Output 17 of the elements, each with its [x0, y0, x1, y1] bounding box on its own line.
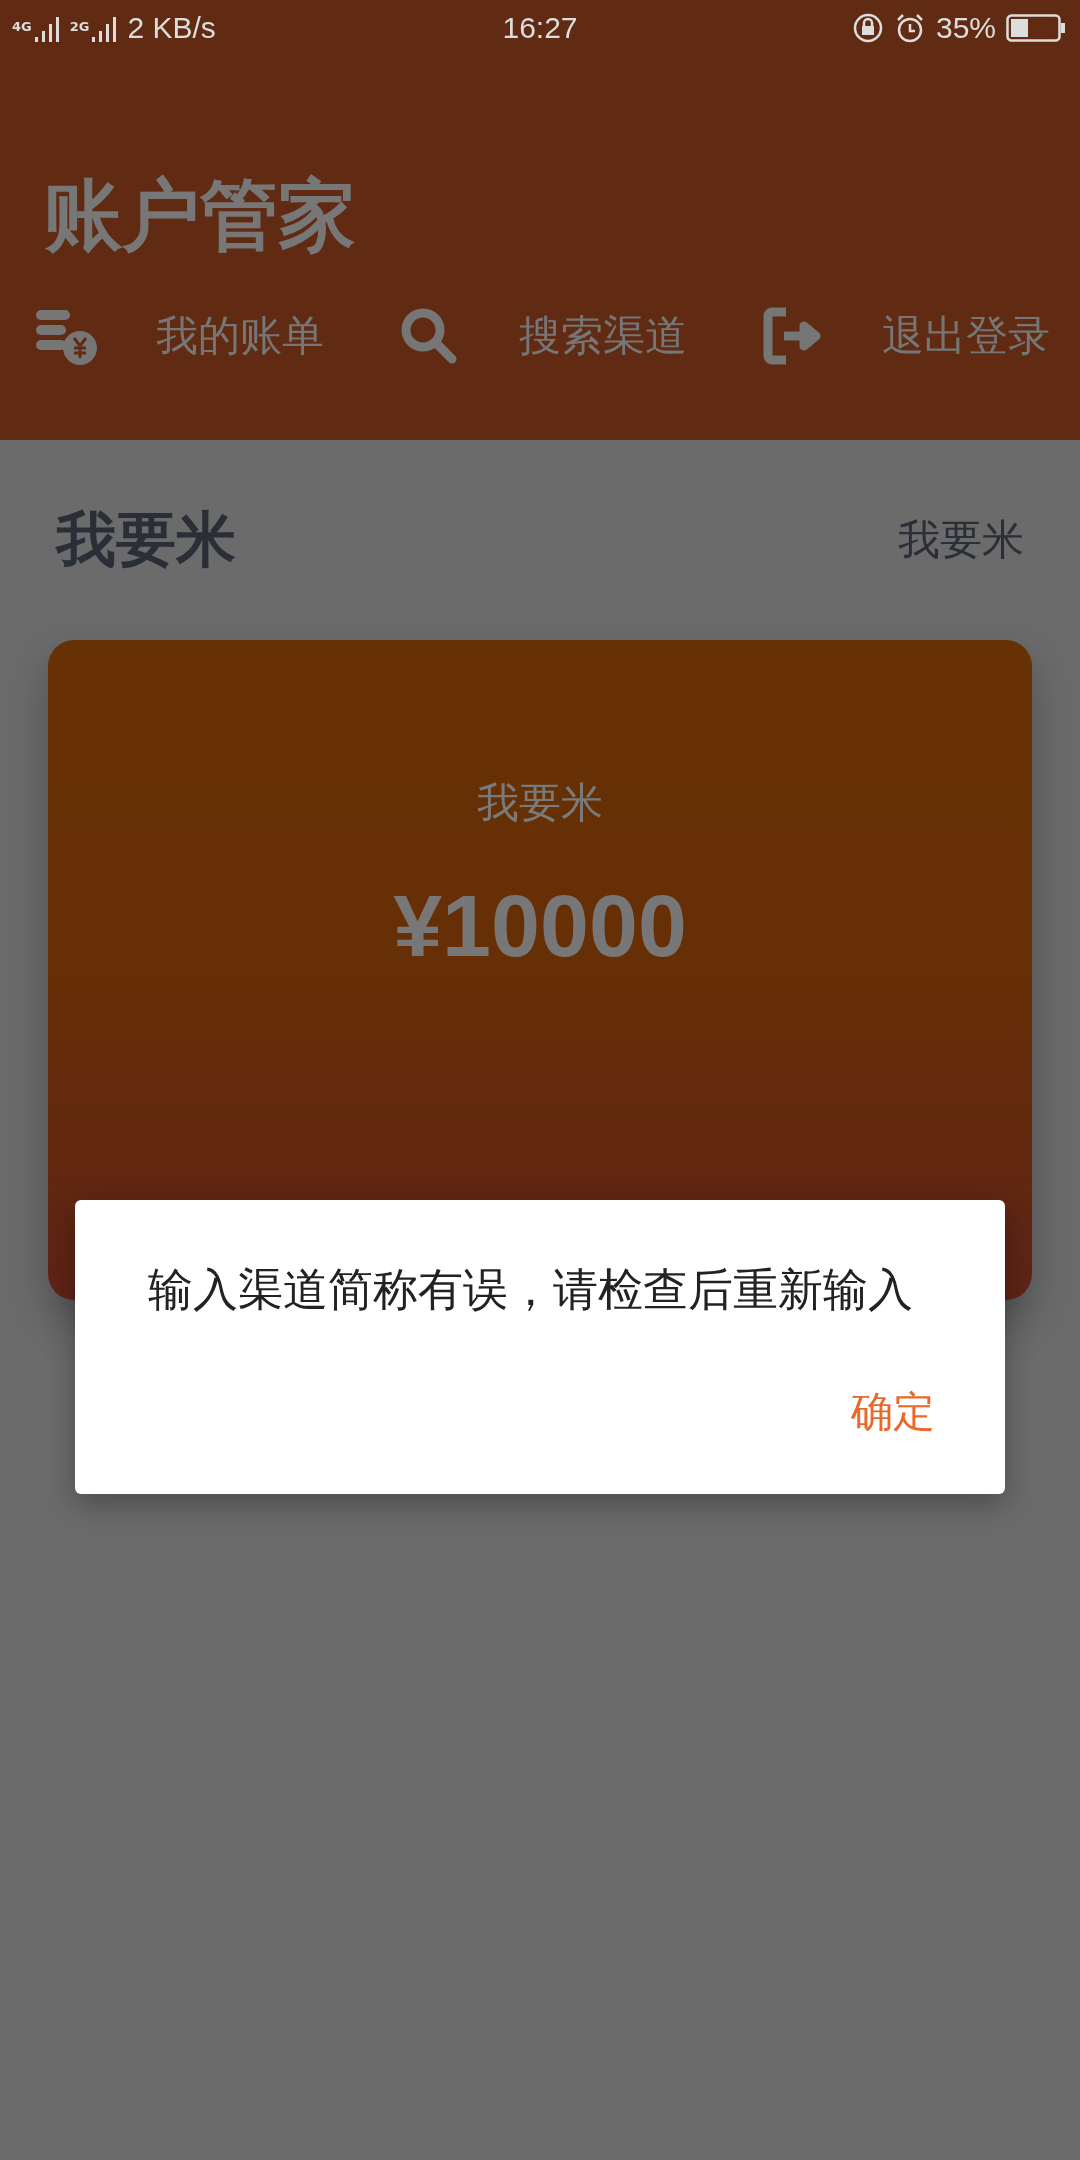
- network-speed: 2 KB/s: [127, 11, 216, 45]
- card-label: 我要米: [477, 777, 603, 829]
- nav-link[interactable]: 退出登录: [882, 308, 1050, 364]
- app-title: 账户管家: [44, 176, 357, 254]
- network-type-label: 4G: [12, 19, 32, 34]
- clock-time: 16:27: [502, 11, 578, 45]
- dialog-message: 输入渠道简称有误，请检查后重新输入: [148, 1262, 914, 1318]
- section-title: 我要米: [56, 502, 236, 576]
- section-link[interactable]: 我要米: [898, 512, 1024, 568]
- rotation-lock-icon: [851, 12, 884, 44]
- network-type-label: 2G: [69, 19, 90, 34]
- confirm-button[interactable]: 确定: [851, 1380, 935, 1444]
- balance-amount: ¥10000: [393, 875, 687, 977]
- battery-icon: [1006, 14, 1066, 42]
- nav-link[interactable]: 我的账单: [156, 308, 324, 364]
- battery-percent: 35%: [935, 11, 996, 45]
- nav-link[interactable]: 搜索渠道: [519, 308, 687, 364]
